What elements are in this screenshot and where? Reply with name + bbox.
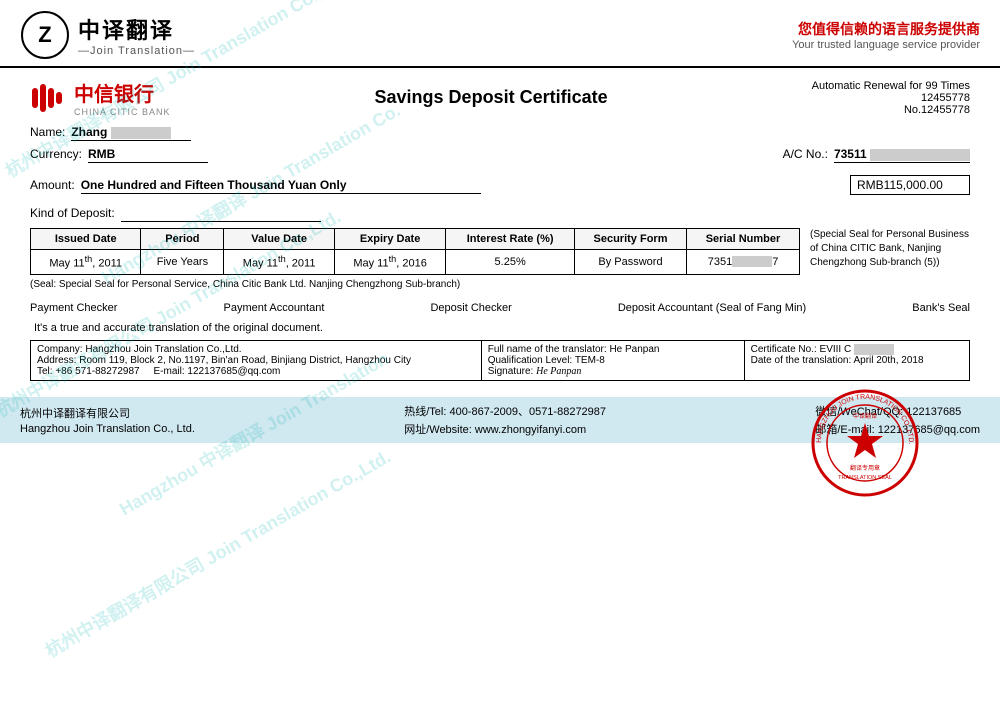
cert-no: No.12455778 [812, 104, 970, 116]
td-serial-number: 73517 [687, 250, 800, 275]
footer-org: 杭州中译翻译有限公司 Hangzhou Join Translation Co.… [20, 405, 195, 435]
special-seal-text: (Special Seal for Personal Business of C… [810, 228, 970, 298]
footer-contact: 热线/Tel: 400-867-2009、0571-88272987 网址/We… [404, 403, 606, 437]
deposit-kind-label: Kind of Deposit: [30, 206, 115, 220]
footer-hotline: 热线/Tel: 400-867-2009、0571-88272987 [404, 403, 606, 419]
deposit-checker: Deposit Checker [430, 302, 511, 314]
th-security-form: Security Form [574, 229, 686, 250]
accuracy-note: It's a true and accurate translation of … [30, 322, 970, 334]
bank-seal: Bank's Seal [912, 302, 970, 314]
th-serial-number: Serial Number [687, 229, 800, 250]
th-period: Period [141, 229, 224, 250]
stamp-container: HANGZHOU JOIN TRANSLATION CO.,LTD. 翻译专用章… [810, 388, 920, 501]
currency-label: Currency: [30, 147, 82, 161]
th-value-date: Value Date [224, 229, 334, 250]
official-stamp: HANGZHOU JOIN TRANSLATION CO.,LTD. 翻译专用章… [810, 388, 920, 498]
cert-no-redacted [854, 344, 894, 355]
td-period: Five Years [141, 250, 224, 275]
header-tagline-en: Your trusted language service provider [792, 39, 980, 51]
deposit-accountant: Deposit Accountant (Seal of Fang Min) [618, 302, 806, 314]
currency-ac-row: Currency: RMB A/C No.: 73511 [30, 147, 970, 169]
footer-website: 网址/Website: www.zhongyifanyi.com [404, 421, 606, 437]
th-interest-rate: Interest Rate (%) [446, 229, 575, 250]
deposit-table: Issued Date Period Value Date Expiry Dat… [30, 228, 800, 275]
svg-text:翻译专用章: 翻译专用章 [850, 464, 880, 472]
bank-name: 中信银行 CHINA CITIC BANK [74, 78, 171, 117]
bank-name-cn: 中信银行 [74, 78, 171, 107]
document-body: 中信银行 CHINA CITIC BANK Savings Deposit Ce… [0, 68, 1000, 397]
td-issued-date: May 11th, 2011 [31, 250, 141, 275]
cert-details: Certificate No.: EVIII C Date of the tra… [744, 340, 969, 380]
payment-accountant: Payment Accountant [224, 302, 325, 314]
signature-value: He Panpan [536, 366, 581, 377]
table-wrapper: Issued Date Period Value Date Expiry Dat… [30, 228, 970, 298]
footer-org-cn: 杭州中译翻译有限公司 [20, 405, 195, 421]
table-header-row: Issued Date Period Value Date Expiry Dat… [31, 229, 800, 250]
cert-no-row: Certificate No.: EVIII C [751, 344, 963, 355]
td-value-date: May 11th, 2011 [224, 250, 334, 275]
doc-meta: Automatic Renewal for 99 Times 12455778 … [812, 80, 970, 116]
td-security-form: By Password [574, 250, 686, 275]
logo-left: Z 中译翻译 —Join Translation— [20, 10, 195, 60]
amount-rmb-field: RMB115,000.00 [850, 175, 970, 195]
bank-logo-icon [30, 80, 66, 116]
th-issued-date: Issued Date [31, 229, 141, 250]
svg-text:中译翻译: 中译翻译 [853, 412, 877, 420]
amount-field: Amount: One Hundred and Fifteen Thousand… [30, 178, 481, 194]
logo-text: 中译翻译 —Join Translation— [78, 13, 195, 57]
signature-row: Signature: He Panpan [488, 366, 738, 377]
bank-name-en: CHINA CITIC BANK [74, 107, 171, 117]
ac-label: A/C No.: [783, 147, 828, 161]
qualification-row: Qualification Level: TEM-8 [488, 355, 738, 366]
seal-note: (Seal: Special Seal for Personal Service… [30, 279, 800, 290]
amount-label: Amount: [30, 178, 75, 192]
doc-title: Savings Deposit Certificate [171, 87, 812, 108]
name-row: Name: Zhang [30, 125, 970, 141]
company-details: Company: Hangzhou Join Translation Co.,L… [31, 340, 482, 380]
company-tel: Tel: +86 571-88272987 [37, 366, 140, 377]
logo-cn: 中译翻译 [78, 13, 195, 45]
info-row: Company: Hangzhou Join Translation Co.,L… [31, 340, 970, 380]
currency-field: Currency: RMB [30, 147, 208, 163]
signatories-row: Payment Checker Payment Accountant Depos… [30, 302, 970, 314]
name-label: Name: [30, 125, 65, 139]
translator-details: Full name of the translator: He Panpan Q… [481, 340, 744, 380]
bank-header: 中信银行 CHINA CITIC BANK Savings Deposit Ce… [30, 78, 970, 117]
table-main: Issued Date Period Value Date Expiry Dat… [30, 228, 800, 298]
company-address: Address: Room 119, Block 2, No.1197, Bin… [37, 355, 475, 366]
table-row: May 11th, 2011 Five Years May 11th, 2011… [31, 250, 800, 275]
translator-name-row: Full name of the translator: He Panpan [488, 344, 738, 355]
amount-value: One Hundred and Fifteen Thousand Yuan On… [81, 178, 481, 194]
footer-org-en: Hangzhou Join Translation Co., Ltd. [20, 423, 195, 435]
company-email: E-mail: 122137685@qq.com [154, 366, 281, 377]
td-expiry-date: May 11th, 2016 [334, 250, 445, 275]
currency-value: RMB [88, 147, 208, 163]
svg-text:TRANSLATION SEAL: TRANSLATION SEAL [838, 475, 892, 481]
logo-en: —Join Translation— [78, 45, 195, 57]
name-value: Zhang [71, 125, 191, 141]
header-right: 您值得信赖的语言服务提供商 Your trusted language serv… [792, 19, 980, 51]
ac-field: A/C No.: 73511 [783, 147, 970, 163]
translation-date: Date of the translation: April 20th, 201… [751, 355, 963, 366]
header: Z 中译翻译 —Join Translation— 您值得信赖的语言服务提供商 … [0, 0, 1000, 68]
payment-checker: Payment Checker [30, 302, 117, 314]
deposit-kind-row: Kind of Deposit: [30, 206, 970, 222]
cert-no-prefix: 12455778 [812, 92, 970, 104]
logo-icon: Z [20, 10, 70, 60]
amount-row: Amount: One Hundred and Fifteen Thousand… [30, 175, 970, 200]
th-expiry-date: Expiry Date [334, 229, 445, 250]
ac-value: 73511 [834, 147, 970, 163]
deposit-kind-value [121, 206, 321, 222]
td-interest-rate: 5.25% [446, 250, 575, 275]
renewal-info: Automatic Renewal for 99 Times [812, 80, 970, 92]
company-name: Company: Hangzhou Join Translation Co.,L… [37, 344, 475, 355]
company-info-table: Company: Hangzhou Join Translation Co.,L… [30, 340, 970, 381]
company-tel-email: Tel: +86 571-88272987 E-mail: 122137685@… [37, 366, 475, 377]
amount-rmb: RMB115,000.00 [850, 175, 970, 195]
svg-text:Z: Z [38, 22, 51, 47]
header-tagline-cn: 您值得信赖的语言服务提供商 [792, 19, 980, 39]
bank-logo-area: 中信银行 CHINA CITIC BANK [30, 78, 171, 117]
